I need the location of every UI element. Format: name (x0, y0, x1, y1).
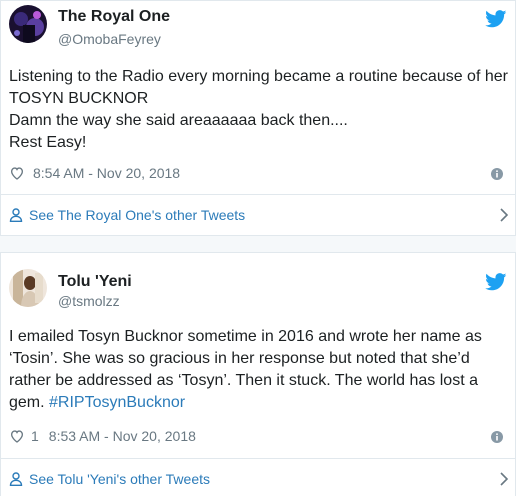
hashtag-link[interactable]: #RIPTosynBucknor (49, 394, 185, 411)
like-count[interactable]: 1 (31, 428, 39, 444)
divider (1, 458, 515, 459)
tweet-card: The Royal One @OmobaFeyrey Listening to … (0, 0, 516, 236)
person-icon (9, 472, 23, 486)
tweet-timestamp[interactable]: 8:54 AM - Nov 20, 2018 (33, 165, 180, 181)
chevron-right-icon[interactable] (499, 208, 509, 222)
author-handle[interactable]: @tsmolzz (58, 293, 120, 309)
other-tweets-label[interactable]: See The Royal One's other Tweets (29, 207, 245, 223)
info-icon[interactable] (491, 431, 503, 443)
divider (1, 194, 515, 195)
tweet-card: Tolu 'Yeni @tsmolzz I emailed Tosyn Buck… (0, 252, 516, 496)
chevron-right-icon[interactable] (499, 472, 509, 486)
other-tweets-link[interactable]: See The Royal One's other Tweets (9, 204, 509, 226)
info-icon[interactable] (491, 168, 503, 180)
tweet-timestamp[interactable]: 8:53 AM - Nov 20, 2018 (49, 428, 196, 444)
heart-icon[interactable] (9, 165, 25, 181)
avatar[interactable] (9, 269, 47, 307)
tweet-meta: 1 8:53 AM - Nov 20, 2018 (9, 426, 196, 446)
author-name[interactable]: Tolu 'Yeni (58, 273, 132, 291)
author-name[interactable]: The Royal One (58, 8, 170, 26)
other-tweets-link[interactable]: See Tolu 'Yeni's other Tweets (9, 468, 509, 490)
tweet-meta: 8:54 AM - Nov 20, 2018 (9, 163, 180, 183)
tweet-text: I emailed Tosyn Bucknor sometime in 2016… (9, 326, 509, 414)
twitter-bird-icon[interactable] (485, 273, 507, 291)
avatar[interactable] (9, 5, 47, 43)
heart-icon[interactable] (9, 428, 25, 444)
author-handle[interactable]: @OmobaFeyrey (58, 31, 161, 47)
person-icon (9, 208, 23, 222)
twitter-bird-icon[interactable] (485, 10, 507, 28)
tweet-text: Listening to the Radio every morning bec… (9, 68, 508, 151)
other-tweets-label[interactable]: See Tolu 'Yeni's other Tweets (29, 471, 210, 487)
